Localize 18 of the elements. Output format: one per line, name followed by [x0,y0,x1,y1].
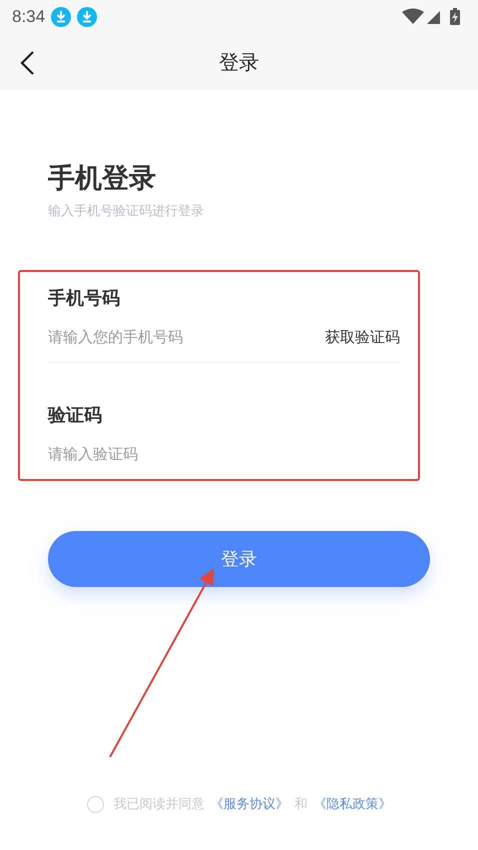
login-subtitle: 输入手机号验证码进行登录 [48,203,204,220]
login-button[interactable]: 登录 [48,531,430,587]
login-heading: 手机登录 [48,163,156,194]
input-field[interactable]: 请输入您的手机号码 [48,328,268,346]
service-agreement-link[interactable]: 《服务协议》 [210,795,288,813]
page-title: 登录 [219,48,259,76]
status-time: 8:34 [12,7,46,27]
download-icon [51,7,72,27]
privacy-policy-link[interactable]: 《隐私政策》 [314,795,392,813]
signal-icon [427,11,440,24]
wifi-icon [402,8,424,24]
download-icon [77,7,98,27]
field-label: 验证码 [48,404,102,427]
get-code-button[interactable]: 获取验证码 [325,328,400,346]
field-label: 手机号码 [48,287,120,310]
input-field[interactable]: 请输入验证码 [48,445,268,463]
agree-checkbox[interactable] [86,796,104,812]
battery-icon [450,8,460,25]
